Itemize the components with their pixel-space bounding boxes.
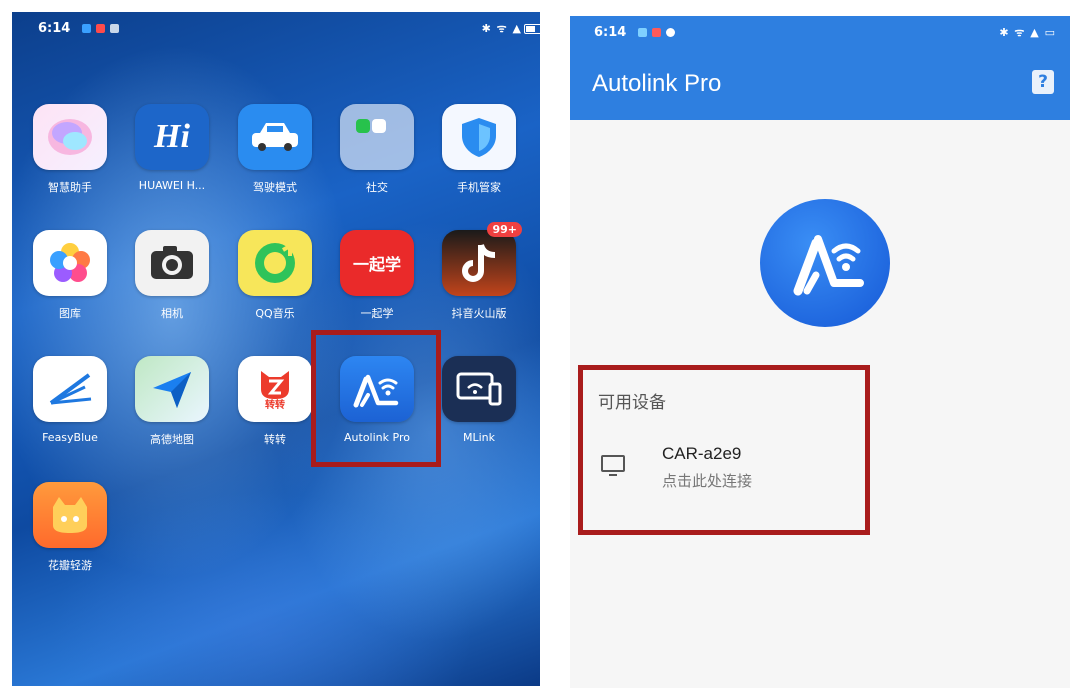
qq-music-icon — [238, 230, 312, 296]
app-huawei-health[interactable]: Hi HUAWEI H... — [122, 104, 222, 192]
status-time: 6:14 — [38, 21, 71, 36]
app-title: Autolink Pro — [592, 70, 722, 97]
signal-icons: ✱ ᯤ ▲ — [481, 22, 522, 35]
app-yiqixue[interactable]: 一起学 一起学 — [327, 230, 427, 321]
zhuanzhuan-icon: 转转 — [238, 356, 312, 422]
app-camera[interactable]: 相机 — [122, 230, 222, 321]
app-amap[interactable]: 高德地图 — [122, 356, 222, 447]
zhuanzhuan-icon-text: 转转 — [265, 400, 285, 411]
app-bar: Autolink Pro ? — [570, 48, 1070, 120]
app-qq-music[interactable]: QQ音乐 — [225, 230, 325, 321]
gallery-icon — [33, 230, 107, 296]
camera-icon — [135, 230, 209, 296]
highlight-box-autolink-app — [311, 330, 441, 467]
app-huaban-game[interactable]: 花瓣轻游 — [20, 482, 120, 573]
help-icon[interactable]: ? — [1032, 70, 1054, 94]
shield-icon — [442, 104, 516, 170]
app-label: 抖音火山版 — [451, 307, 507, 320]
car-icon — [238, 104, 312, 170]
yiqixue-icon-text: 一起学 — [352, 255, 401, 274]
autolink-logo — [760, 199, 890, 327]
notification-icon — [82, 24, 91, 33]
app-label: MLink — [462, 431, 496, 444]
app-zhuanzhuan[interactable]: 转转 转转 — [225, 356, 325, 447]
app-gallery[interactable]: 图库 — [20, 230, 120, 321]
smart-assistant-icon — [33, 104, 107, 170]
app-folder-social[interactable]: 社交 — [327, 104, 427, 195]
app-label: 图库 — [59, 307, 81, 320]
app-smart-assistant[interactable]: 智慧助手 — [20, 104, 120, 195]
app-phone-manager[interactable]: 手机管家 — [429, 104, 529, 195]
map-navigation-icon — [135, 356, 209, 422]
app-label: 高德地图 — [150, 433, 194, 446]
highlight-box-devices — [578, 365, 870, 535]
status-time: 6:14 — [594, 25, 627, 40]
hi-icon: Hi — [135, 104, 209, 170]
app-driving-mode[interactable]: 驾驶模式 — [225, 104, 325, 195]
hi-icon-text: Hi — [154, 118, 190, 155]
app-label: 驾驶模式 — [253, 181, 297, 194]
notification-icon — [638, 28, 647, 37]
home-screen: 6:14 ✱ ᯤ ▲ 智慧助手 Hi HUAWEI H... 驾驶模式 社交 手… — [12, 12, 540, 686]
app-label: 一起学 — [360, 307, 394, 320]
feasyblue-icon — [33, 356, 107, 422]
image-icon — [110, 24, 119, 33]
douyin-icon: 99+ — [442, 222, 522, 296]
mail-icon — [652, 28, 661, 37]
notification-badge: 99+ — [487, 222, 522, 237]
autolink-app-screen: 6:14 ✱ ᯤ ▲ ▭ Autolink Pro ? 可用设备 CAR-a2e… — [570, 16, 1070, 688]
game-cat-icon — [33, 482, 107, 548]
app-label: 手机管家 — [457, 181, 501, 194]
signal-icons: ✱ ᯤ ▲ ▭ — [999, 26, 1056, 39]
app-label: 智慧助手 — [48, 181, 92, 194]
battery-icon — [524, 24, 540, 34]
app-notification-icon — [666, 28, 675, 37]
app-douyin-huoshan[interactable]: 99+ 抖音火山版 — [429, 222, 529, 321]
app-label: 转转 — [264, 433, 286, 446]
app-label: QQ音乐 — [255, 307, 295, 320]
status-bar: 6:14 ✱ ᯤ ▲ ▭ — [570, 16, 1070, 48]
app-label: FeasyBlue — [42, 431, 98, 444]
mail-icon — [96, 24, 105, 33]
mlink-icon — [442, 356, 516, 422]
app-mlink[interactable]: MLink — [429, 356, 529, 444]
app-label: 社交 — [366, 181, 388, 194]
app-feasyblue[interactable]: FeasyBlue — [20, 356, 120, 444]
yiqixue-icon: 一起学 — [340, 230, 414, 296]
status-bar: 6:14 ✱ ᯤ ▲ — [12, 12, 540, 46]
app-label: 相机 — [161, 307, 183, 320]
app-label: 花瓣轻游 — [48, 559, 92, 572]
folder-icon — [340, 104, 414, 170]
app-label: HUAWEI H... — [138, 179, 206, 192]
